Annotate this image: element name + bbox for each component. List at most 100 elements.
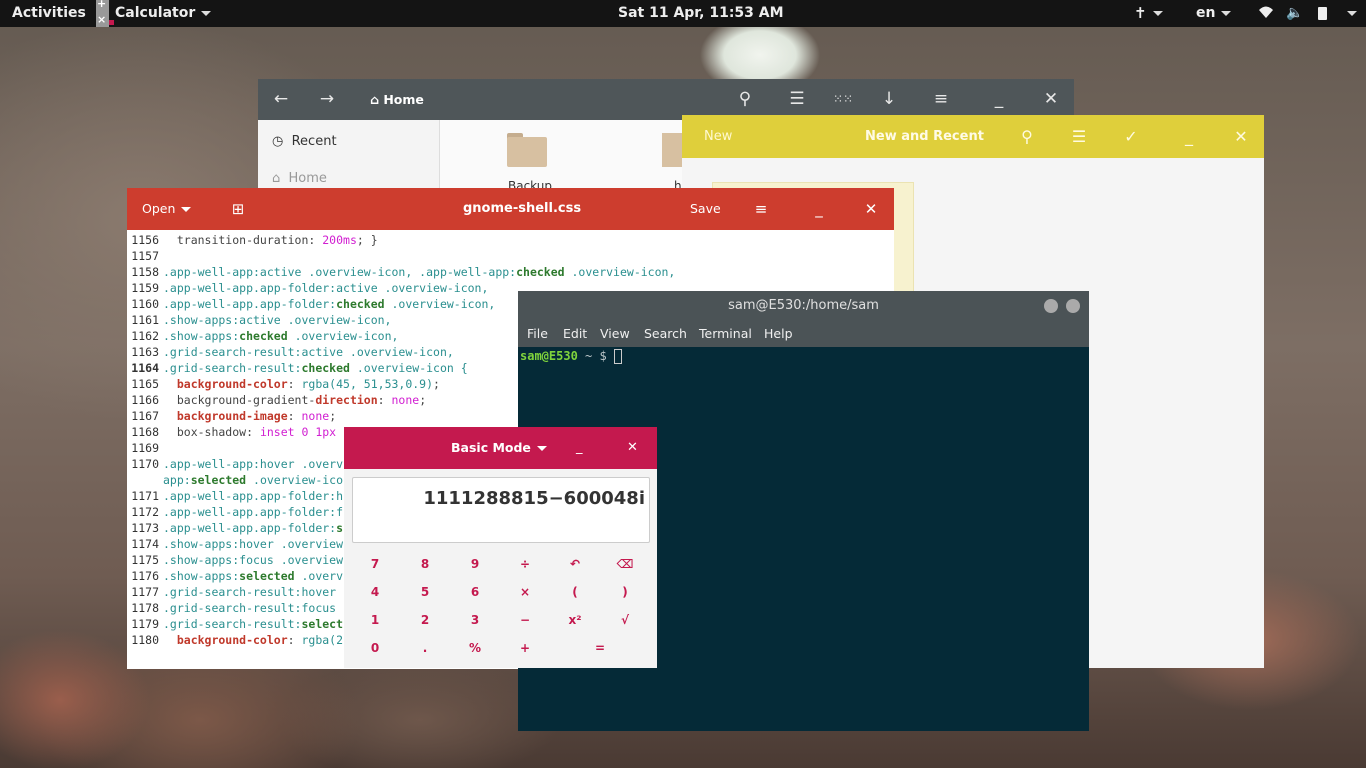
code-token: app: xyxy=(163,473,191,487)
code-token: : xyxy=(377,393,392,407)
minimize-icon[interactable]: _ xyxy=(804,188,834,230)
calc-key[interactable]: 3 xyxy=(450,607,500,633)
keyboard-layout-menu[interactable]: en xyxy=(1196,0,1232,27)
app-menu-button[interactable]: Calculator xyxy=(115,0,212,27)
open-button[interactable]: Open xyxy=(142,188,192,230)
calc-key[interactable]: 2 xyxy=(400,607,450,633)
minimize-icon[interactable] xyxy=(1044,299,1058,313)
folder-icon[interactable] xyxy=(507,133,547,167)
new-note-button[interactable]: New xyxy=(704,115,732,158)
location-home-button[interactable]: ⌂ Home xyxy=(370,79,424,120)
clock[interactable]: Sat 11 Apr, 11:53 AM xyxy=(618,0,784,27)
grid-view-icon[interactable]: ⁙⁙ xyxy=(828,79,858,120)
calc-key[interactable]: ⌫ xyxy=(600,551,650,577)
code-token: none xyxy=(391,393,420,407)
line-number: 1179 xyxy=(131,617,159,631)
menu-view[interactable]: View xyxy=(600,321,630,347)
sidebar-item-home[interactable]: ⌂ Home xyxy=(272,171,327,186)
terminal-prompt[interactable]: sam@E530 ~ $ xyxy=(520,348,622,364)
minimize-icon[interactable]: _ xyxy=(576,427,583,469)
calc-key[interactable]: 4 xyxy=(350,579,400,605)
calc-key[interactable]: 9 xyxy=(450,551,500,577)
editor-header-bar: Open ⊞ gnome-shell.css Save ≡ _ ✕ xyxy=(127,188,894,230)
calc-key[interactable]: 5 xyxy=(400,579,450,605)
line-number: 1166 xyxy=(131,393,159,407)
calc-key[interactable]: ( xyxy=(550,579,600,605)
code-token: .show-apps: xyxy=(163,329,240,343)
code-token: : xyxy=(287,377,302,391)
wifi-icon[interactable] xyxy=(1258,0,1274,27)
forward-arrow-icon[interactable]: → xyxy=(312,79,342,120)
calculator-header-bar: Basic Mode _ ✕ xyxy=(344,427,657,469)
calc-key[interactable]: − xyxy=(500,607,550,633)
menu-icon[interactable]: ≡ xyxy=(746,188,776,230)
code-token: inset 0 1px xyxy=(259,425,337,439)
calc-key[interactable]: ) xyxy=(600,579,650,605)
code-token: .grid-search-result:focus xyxy=(163,601,337,615)
calc-key[interactable]: 1 xyxy=(350,607,400,633)
code-token: .grid-search-result: xyxy=(163,361,302,375)
chevron-down-icon xyxy=(536,446,547,451)
download-icon[interactable]: ↓ xyxy=(874,79,904,120)
code-token: .overv xyxy=(294,569,344,583)
calc-key[interactable]: × xyxy=(500,579,550,605)
new-tab-icon[interactable]: ⊞ xyxy=(223,188,253,230)
close-icon[interactable]: ✕ xyxy=(1226,115,1256,158)
calculator-display[interactable]: 1111288815−600048i xyxy=(352,477,650,543)
calc-key[interactable]: 0 xyxy=(350,635,400,661)
sidebar-item-recent[interactable]: ◷ Recent xyxy=(272,134,337,149)
menu-icon[interactable]: ≡ xyxy=(926,79,956,120)
calc-key[interactable]: + xyxy=(500,635,550,661)
menu-help[interactable]: Help xyxy=(764,321,793,347)
notes-header-bar: New New and Recent ⚲ ☰ ✓ _ ✕ xyxy=(682,115,1264,158)
calc-key[interactable]: ↶ xyxy=(550,551,600,577)
volume-icon[interactable]: 🔈 xyxy=(1286,0,1303,27)
chevron-down-icon xyxy=(201,10,212,16)
list-view-icon[interactable]: ☰ xyxy=(782,79,812,120)
search-icon[interactable]: ⚲ xyxy=(730,79,760,120)
menu-file[interactable]: File xyxy=(527,321,548,347)
minimize-icon[interactable]: _ xyxy=(984,79,1014,120)
mode-selector[interactable]: Basic Mode xyxy=(451,427,547,469)
code-token: background-color xyxy=(163,377,288,391)
folder-icon[interactable] xyxy=(662,133,682,167)
accessibility-icon[interactable]: ✝ xyxy=(1134,0,1163,27)
close-icon[interactable] xyxy=(1066,299,1080,313)
menu-search[interactable]: Search xyxy=(644,321,687,347)
activities-button[interactable]: Activities xyxy=(12,0,86,27)
menu-terminal[interactable]: Terminal xyxy=(699,321,752,347)
window-title: gnome-shell.css xyxy=(463,201,582,216)
calc-key[interactable]: 8 xyxy=(400,551,450,577)
line-number: 1178 xyxy=(131,601,159,615)
system-menu-button[interactable] xyxy=(1341,0,1357,27)
calc-key[interactable]: % xyxy=(450,635,500,661)
line-number: 1163 xyxy=(131,345,159,359)
battery-icon[interactable] xyxy=(1318,0,1327,27)
list-view-icon[interactable]: ☰ xyxy=(1064,115,1094,158)
search-icon[interactable]: ⚲ xyxy=(1012,115,1042,158)
code-token: .grid-search-result:active .overview-ico… xyxy=(163,345,454,359)
back-arrow-icon[interactable]: ← xyxy=(266,79,296,120)
code-token: : xyxy=(287,633,302,647)
code-token: ; xyxy=(329,409,337,423)
calc-key[interactable]: 7 xyxy=(350,551,400,577)
calc-key[interactable]: x² xyxy=(550,607,600,633)
minimize-icon[interactable]: _ xyxy=(1174,115,1204,158)
terminal-title-bar: sam@E530:/home/sam xyxy=(518,291,1089,321)
calc-key[interactable]: 6 xyxy=(450,579,500,605)
close-icon[interactable]: ✕ xyxy=(627,427,638,469)
close-icon[interactable]: ✕ xyxy=(1036,79,1066,120)
checkmark-icon[interactable]: ✓ xyxy=(1116,115,1146,158)
sidebar-item-label: Home xyxy=(288,171,327,186)
window-title: New and Recent xyxy=(865,129,984,144)
code-token: s xyxy=(336,521,344,535)
top-bar: Activities + × Calculator Sat 11 Apr, 11… xyxy=(0,0,1366,27)
line-number: 1167 xyxy=(131,409,159,423)
calc-key[interactable]: . xyxy=(400,635,450,661)
close-icon[interactable]: ✕ xyxy=(856,188,886,230)
calc-key[interactable]: ÷ xyxy=(500,551,550,577)
save-button[interactable]: Save xyxy=(690,188,721,230)
menu-edit[interactable]: Edit xyxy=(563,321,587,347)
calc-key[interactable]: = xyxy=(575,635,625,661)
calc-key[interactable]: √ xyxy=(600,607,650,633)
